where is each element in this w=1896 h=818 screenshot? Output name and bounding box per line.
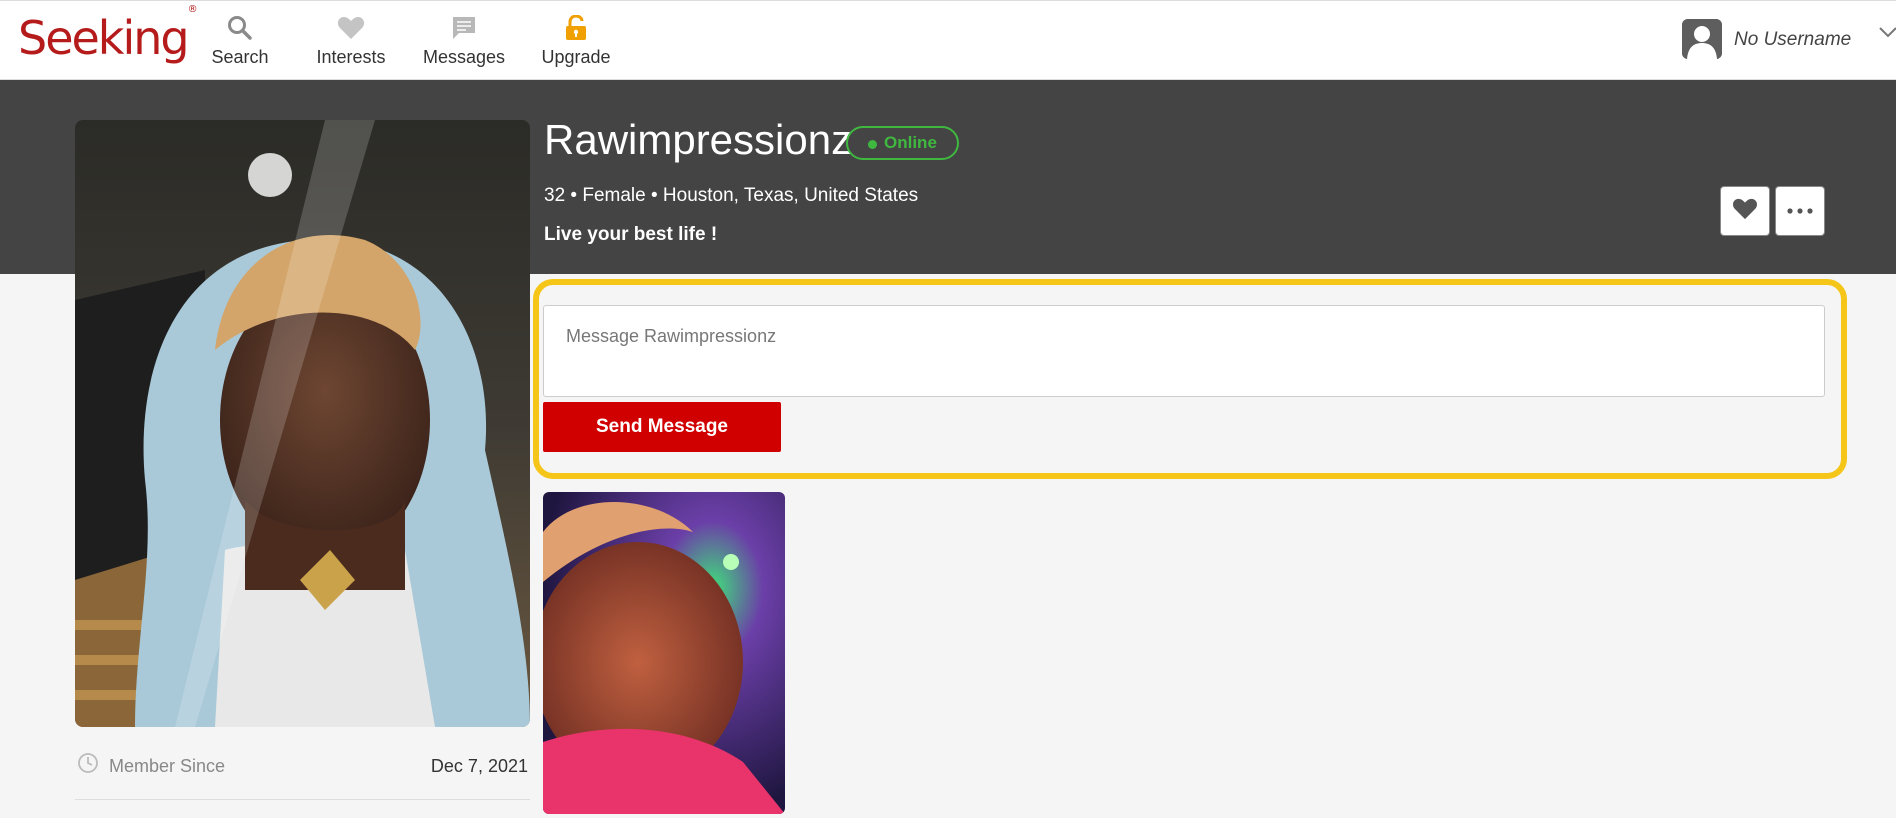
user-avatar-icon <box>1682 19 1722 59</box>
profile-main-photo[interactable] <box>75 120 530 727</box>
top-navigation-bar: Seeking® Search Interests Messages Upgra… <box>0 0 1896 80</box>
heart-icon <box>1732 198 1758 225</box>
member-since-label: Member Since <box>109 756 226 776</box>
profile-details: 32 • Female • Houston, Texas, United Sta… <box>544 185 919 206</box>
more-options-button[interactable] <box>1775 186 1825 236</box>
member-since-row: Member Since Dec 7, 2021 <box>75 750 530 800</box>
profile-tagline: Live your best life ! <box>544 224 718 245</box>
chevron-down-icon[interactable] <box>1878 25 1896 44</box>
member-since-value: Dec 7, 2021 <box>430 756 528 776</box>
username-label: No Username <box>1734 29 1852 50</box>
profile-name: Rawimpressionz <box>544 116 853 163</box>
nav-search-label: Search <box>211 47 269 67</box>
send-message-button[interactable]: Send Message <box>543 402 781 452</box>
online-dot-icon <box>868 140 877 149</box>
nav-upgrade[interactable]: Upgrade <box>528 13 624 71</box>
nav-messages[interactable]: Messages <box>416 13 512 71</box>
nav-interests[interactable]: Interests <box>303 13 399 71</box>
more-dots-icon <box>1786 202 1814 220</box>
profile-photo-thumbnail[interactable] <box>543 492 785 814</box>
nav-search[interactable]: Search <box>192 13 288 71</box>
message-icon <box>416 13 512 43</box>
heart-icon <box>303 13 399 43</box>
nav-interests-label: Interests <box>316 47 386 67</box>
nav-messages-label: Messages <box>422 47 506 67</box>
favorite-button[interactable] <box>1720 186 1770 236</box>
message-input[interactable] <box>543 305 1825 397</box>
lock-icon <box>528 13 624 43</box>
online-status-badge: Online <box>846 126 959 160</box>
nav-upgrade-label: Upgrade <box>541 47 611 67</box>
clock-icon <box>77 752 99 779</box>
search-icon <box>192 13 288 43</box>
seeking-logo[interactable]: Seeking® <box>18 4 198 65</box>
user-menu[interactable]: No Username <box>1682 19 1896 61</box>
